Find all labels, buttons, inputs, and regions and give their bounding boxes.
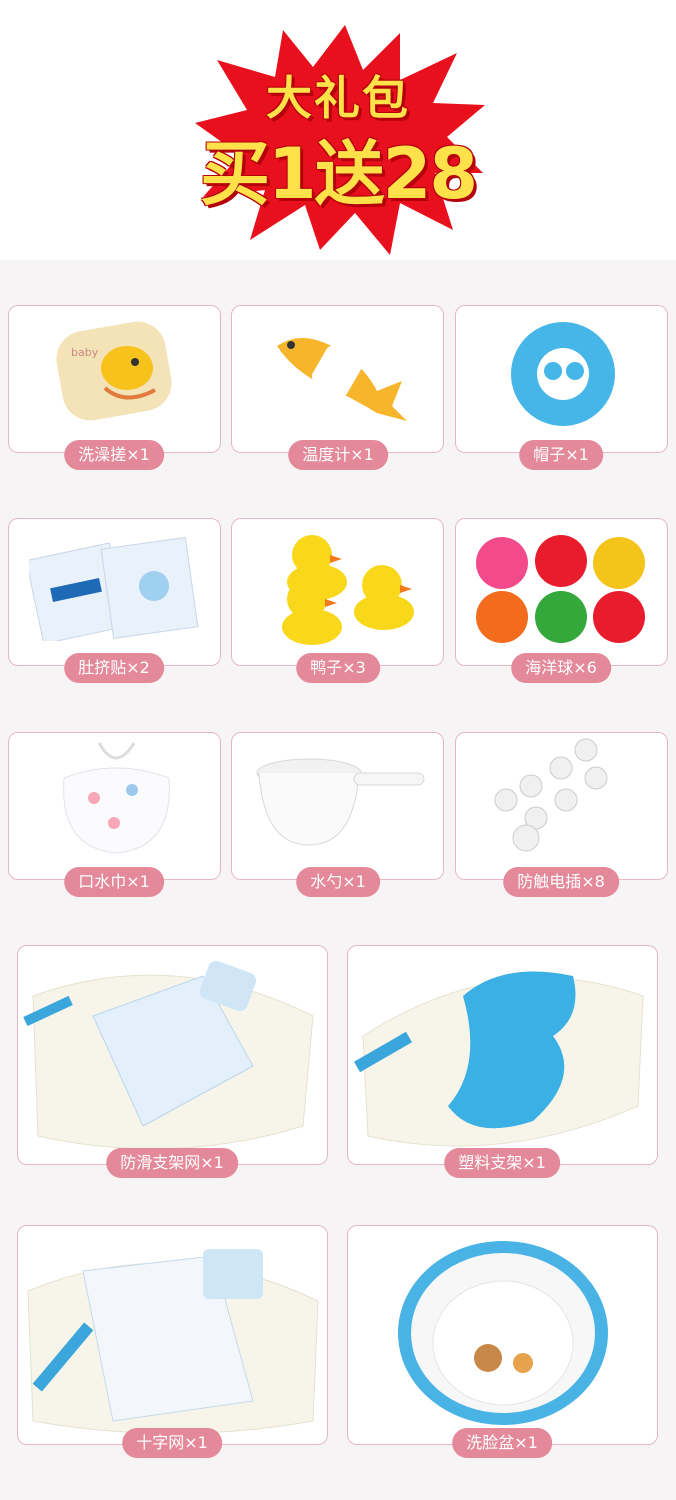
item-card [8,518,221,666]
bib-icon [63,742,170,854]
rubber-duck-icon [282,535,414,645]
item-card [231,518,444,666]
shower-cap-icon [511,322,615,426]
item-label: 洗澡搓×1 [64,440,164,470]
item-label: 防滑支架网×1 [106,1148,238,1178]
item-card [347,1225,658,1445]
item-label: 鸭子×3 [296,653,380,683]
plastic-bath-support-icon [354,971,644,1147]
item-card [455,305,668,453]
item-label: 水勺×1 [296,867,380,897]
item-card [231,732,444,880]
gift-list: baby 洗澡搓×1 温度计×1 帽子×1 肚挤贴×2 鸭子×3 海洋球×6 口… [0,260,676,1500]
item-card [231,305,444,453]
item-label: 帽子×1 [519,440,603,470]
item-label: 塑料支架×1 [444,1148,560,1178]
promo-banner: 大礼包 买1送28 [0,0,676,260]
item-label: 温度计×1 [288,440,388,470]
cross-net-icon [27,1249,319,1434]
outlet-cover-icon [494,738,608,852]
item-card [8,732,221,880]
ocean-balls-icon [476,535,645,643]
item-card [455,518,668,666]
item-label: 洗脸盆×1 [452,1428,552,1458]
item-card: baby [8,305,221,453]
bath-sponge-icon: baby [56,321,172,421]
item-card [455,732,668,880]
item-label: 十字网×1 [122,1428,222,1458]
tub-mesh-net-icon [23,960,314,1150]
item-card [17,1225,328,1445]
banner-offer: 买1送28 [199,133,478,215]
item-label: 肚挤贴×2 [64,653,164,683]
water-scoop-icon [256,758,425,846]
wash-basin-icon [398,1241,608,1425]
item-label: 口水巾×1 [64,867,164,897]
item-card [17,945,328,1165]
item-card [347,945,658,1165]
fish-thermometer-icon [277,338,407,421]
item-label: 海洋球×6 [511,653,611,683]
item-label: 防触电插×8 [503,867,619,897]
svg-text:baby: baby [71,346,99,359]
navel-patch-icon [29,536,199,641]
